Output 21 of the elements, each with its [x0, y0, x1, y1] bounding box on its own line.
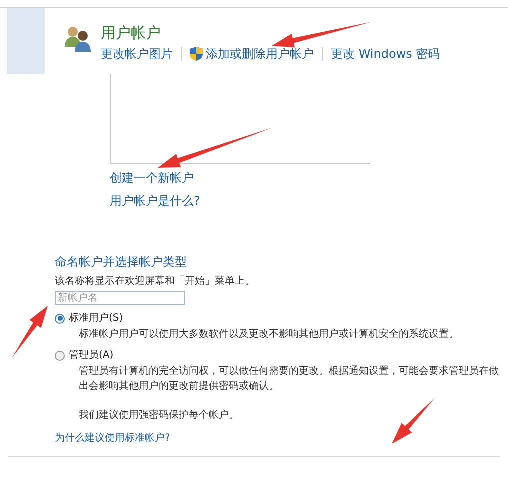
- radio-button[interactable]: [55, 314, 65, 324]
- header-link[interactable]: 添加或删除用户帐户: [190, 45, 314, 63]
- account-link[interactable]: 创建一个新帐户: [110, 170, 194, 186]
- advice-text: 我们建议使用强密码保护每个帐户。: [79, 408, 239, 423]
- account-type-label[interactable]: 管理员(A): [69, 348, 114, 363]
- header-link[interactable]: 更改帐户图片: [101, 45, 173, 63]
- radio-button[interactable]: [55, 350, 65, 360]
- annotation-arrow: [12, 306, 48, 358]
- section-title: 命名帐户并选择帐户类型: [55, 254, 187, 271]
- shield-icon: [190, 47, 203, 61]
- account-name-field[interactable]: 新帐户名: [55, 291, 185, 305]
- account-type-label[interactable]: 标准用户(S): [69, 311, 124, 326]
- annotation-arrow: [392, 398, 435, 444]
- header-link[interactable]: 更改 Windows 密码: [331, 45, 440, 63]
- sidebar-panel: [7, 8, 45, 74]
- hint-text: 该名称将显示在欢迎屏幕和「开始」菜单上。: [55, 274, 255, 289]
- account-type-description: 管理员有计算机的完全访问权，可以做任何需要的更改。根据通知设置，可能会要求管理员在做出会影响其他用户的更改前提供密码或确认。: [79, 364, 499, 394]
- account-type-description: 标准帐户用户可以使用大多数软件以及更改不影响其他用户或计算机安全的系统设置。: [79, 328, 460, 342]
- account-link[interactable]: 用户帐户是什么?: [110, 193, 200, 209]
- help-link[interactable]: 为什么建议使用标准帐户?: [55, 431, 170, 446]
- page-title: 用户帐户: [101, 23, 161, 43]
